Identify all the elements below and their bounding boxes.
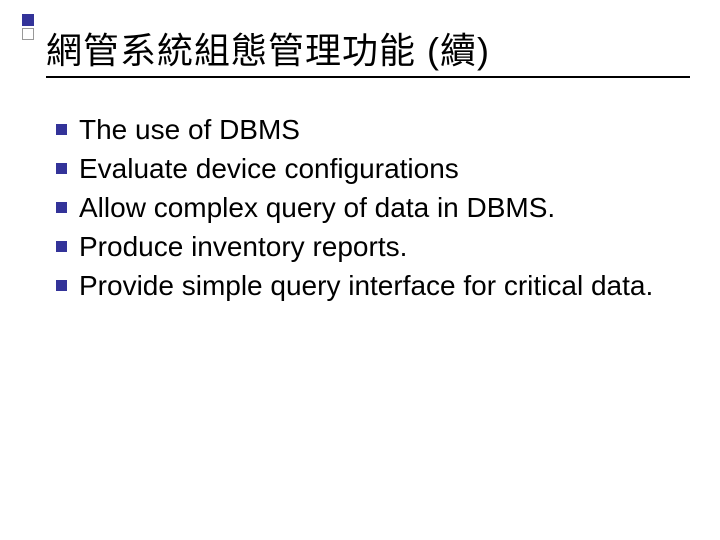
title-underline [46, 76, 690, 78]
list-item: Allow complex query of data in DBMS. [56, 190, 670, 225]
bullet-text: Allow complex query of data in DBMS. [79, 190, 670, 225]
bullet-list: The use of DBMS Evaluate device configur… [56, 112, 670, 307]
bullet-icon [56, 202, 67, 213]
slide-title: 網管系統組態管理功能 (續) [46, 22, 690, 74]
bullet-icon [56, 163, 67, 174]
bullet-icon [56, 241, 67, 252]
list-item: Produce inventory reports. [56, 229, 670, 264]
accent-decoration [22, 14, 34, 40]
bullet-text: Produce inventory reports. [79, 229, 670, 264]
bullet-icon [56, 124, 67, 135]
bullet-text: Evaluate device configurations [79, 151, 670, 186]
list-item: The use of DBMS [56, 112, 670, 147]
bullet-text: The use of DBMS [79, 112, 670, 147]
slide: 網管系統組態管理功能 (續) The use of DBMS Evaluate … [0, 0, 720, 540]
list-item: Evaluate device configurations [56, 151, 670, 186]
list-item: Provide simple query interface for criti… [56, 268, 670, 303]
square-icon [22, 14, 34, 26]
bullet-icon [56, 280, 67, 291]
bullet-text: Provide simple query interface for criti… [79, 268, 670, 303]
square-outline-icon [22, 28, 34, 40]
